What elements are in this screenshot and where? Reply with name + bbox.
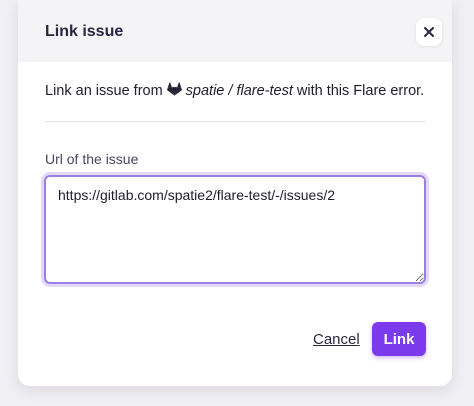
dialog-title: Link issue: [45, 23, 124, 40]
cancel-button[interactable]: Cancel: [313, 331, 360, 348]
repository-name: spatie / flare-test: [185, 83, 293, 99]
close-button[interactable]: [416, 18, 442, 46]
close-icon: [424, 27, 434, 37]
dialog-header: Link issue: [18, 0, 452, 62]
gitlab-icon: [166, 82, 182, 100]
link-issue-dialog: Link issue Link an issue from spatie / f…: [18, 0, 452, 386]
link-button[interactable]: Link: [372, 322, 426, 356]
divider: [45, 121, 426, 122]
description-suffix: with this Flare error.: [296, 83, 425, 99]
description-prefix: Link an issue from: [45, 83, 163, 99]
issue-url-label: Url of the issue: [45, 151, 139, 167]
issue-url-input[interactable]: https://gitlab.com/spatie2/flare-test/-/…: [44, 175, 426, 284]
dialog-description: Link an issue from spatie / flare-test w…: [45, 82, 424, 100]
